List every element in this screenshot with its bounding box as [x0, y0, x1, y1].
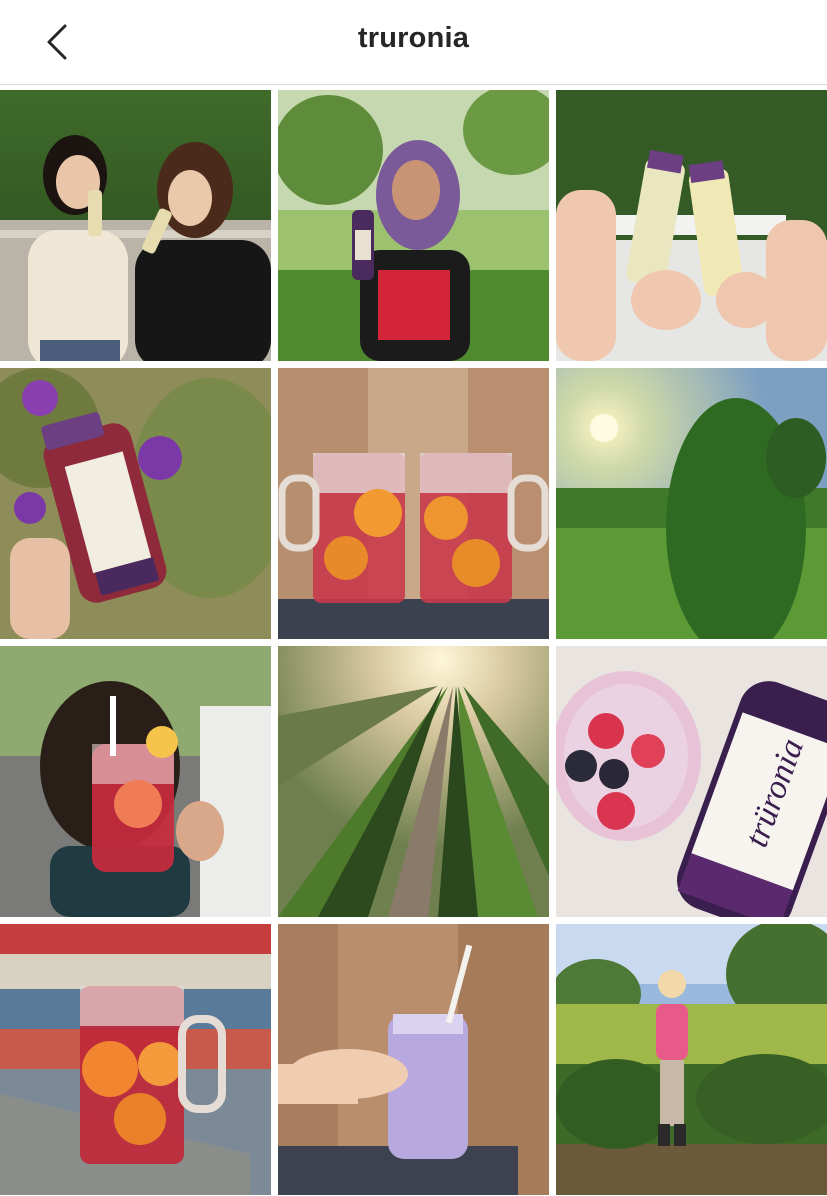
post-thumbnail[interactable]	[278, 368, 549, 639]
post-grid: trüronia	[0, 90, 827, 1195]
post-thumbnail[interactable]	[278, 90, 549, 361]
post-thumbnail[interactable]	[556, 90, 827, 361]
post-thumbnail[interactable]	[0, 90, 271, 361]
page-title: truronia	[357, 22, 470, 54]
post-thumbnail[interactable]	[0, 368, 271, 639]
post-thumbnail[interactable]	[278, 924, 549, 1195]
post-thumbnail[interactable]	[0, 646, 271, 917]
post-thumbnail[interactable]: trüronia	[556, 646, 827, 917]
post-thumbnail[interactable]	[556, 368, 827, 639]
app-header: truronia	[0, 0, 827, 85]
post-thumbnail[interactable]	[556, 924, 827, 1195]
post-thumbnail[interactable]	[278, 646, 549, 917]
post-thumbnail[interactable]	[0, 924, 271, 1195]
